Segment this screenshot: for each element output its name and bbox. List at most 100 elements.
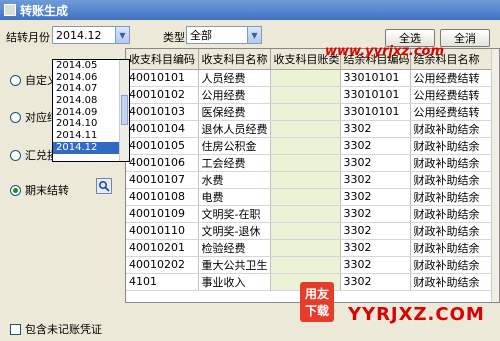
table-row[interactable]: 40010109 文明奖-在职 3302 财政补助结余 xyxy=(126,205,495,223)
period-end-search-button[interactable] xyxy=(96,178,112,194)
table-row[interactable]: 40010110 文明奖-退休 3302 财政补助结余 xyxy=(126,222,495,240)
table-cell[interactable]: 33010101 xyxy=(340,103,411,121)
table-cell[interactable]: 40010109 xyxy=(126,205,199,223)
chevron-down-icon[interactable]: ▼ xyxy=(115,27,129,43)
table-cell[interactable]: 公用经费 xyxy=(198,86,271,104)
table-cell[interactable]: 33010101 xyxy=(340,69,411,87)
radio-period-end[interactable] xyxy=(10,184,21,196)
table-cell[interactable]: 3302 xyxy=(340,120,411,138)
table-row[interactable]: 40010101 人员经费 33010101 公用经费结转 xyxy=(126,69,495,87)
month-option[interactable]: 2014.10 xyxy=(53,118,129,130)
table-cell[interactable] xyxy=(270,205,341,223)
table-cell[interactable] xyxy=(270,239,341,257)
table-cell[interactable]: 财政补助结余 xyxy=(410,154,495,172)
deselect-all-button[interactable]: 全消 xyxy=(440,29,490,47)
table-cell[interactable]: 财政补助结余 xyxy=(410,171,495,189)
include-unposted-option[interactable]: 包含未记账凭证 xyxy=(10,321,102,337)
radio-exchange[interactable] xyxy=(10,149,21,161)
table-cell[interactable]: 40010110 xyxy=(126,222,199,240)
month-option[interactable]: 2014.06 xyxy=(53,72,129,84)
chevron-down-icon[interactable]: ▼ xyxy=(247,27,261,43)
table-cell[interactable]: 33010101 xyxy=(340,86,411,104)
table-cell[interactable]: 40010107 xyxy=(126,171,199,189)
col-header-code[interactable]: 收支科目编码 xyxy=(126,49,199,70)
table-row[interactable]: 40010104 退休人员经费 3302 财政补助结余 xyxy=(126,120,495,138)
table-cell[interactable]: 3302 xyxy=(340,222,411,240)
table-cell[interactable]: 事业收入 xyxy=(198,273,271,291)
table-cell[interactable]: 公用经费结转 xyxy=(410,69,495,87)
table-cell[interactable] xyxy=(270,103,341,121)
table-cell[interactable]: 40010201 xyxy=(126,239,199,257)
table-cell[interactable]: 财政补助结余 xyxy=(410,137,495,155)
table-cell[interactable] xyxy=(270,154,341,172)
table-cell[interactable]: 公用经费结转 xyxy=(410,86,495,104)
table-cell[interactable]: 财政补助结余 xyxy=(410,120,495,138)
table-row[interactable]: 40010201 检验经费 3302 财政补助结余 xyxy=(126,239,495,257)
table-cell[interactable] xyxy=(270,256,341,274)
table-cell[interactable]: 3302 xyxy=(340,239,411,257)
table-row[interactable]: 40010106 工会经费 3302 财政补助结余 xyxy=(126,154,495,172)
month-list-scrollbar[interactable] xyxy=(119,60,129,161)
table-cell[interactable]: 水费 xyxy=(198,171,271,189)
radio-corresponding[interactable] xyxy=(10,111,21,123)
table-row[interactable]: 40010105 住房公积金 3302 财政补助结余 xyxy=(126,137,495,155)
include-unposted-checkbox[interactable] xyxy=(10,323,21,335)
table-cell[interactable]: 医保经费 xyxy=(198,103,271,121)
table-cell[interactable]: 3302 xyxy=(340,171,411,189)
table-cell[interactable] xyxy=(270,69,341,87)
table-cell[interactable]: 40010108 xyxy=(126,188,199,206)
table-cell[interactable] xyxy=(270,137,341,155)
table-cell[interactable] xyxy=(270,120,341,138)
table-cell[interactable]: 文明奖-在职 xyxy=(198,205,271,223)
table-cell[interactable]: 财政补助结余 xyxy=(410,188,495,206)
table-cell[interactable]: 4101 xyxy=(126,273,199,291)
table-cell[interactable]: 财政补助结余 xyxy=(410,222,495,240)
table-cell[interactable]: 人员经费 xyxy=(198,69,271,87)
month-list-scroll-thumb[interactable] xyxy=(121,95,128,125)
table-row[interactable]: 40010103 医保经费 33010101 公用经费结转 xyxy=(126,103,495,121)
table-cell[interactable]: 重大公共卫生 xyxy=(198,256,271,274)
table-cell[interactable] xyxy=(270,188,341,206)
month-option[interactable]: 2014.11 xyxy=(53,130,129,142)
table-cell[interactable]: 财政补助结余 xyxy=(410,273,495,291)
table-row[interactable]: 40010108 电费 3302 财政补助结余 xyxy=(126,188,495,206)
table-cell[interactable]: 3302 xyxy=(340,188,411,206)
table-cell[interactable]: 3302 xyxy=(340,137,411,155)
table-cell[interactable]: 40010101 xyxy=(126,69,199,87)
table-cell[interactable]: 40010104 xyxy=(126,120,199,138)
table-row[interactable]: 40010102 公用经费 33010101 公用经费结转 xyxy=(126,86,495,104)
table-cell[interactable]: 住房公积金 xyxy=(198,137,271,155)
table-cell[interactable]: 公用经费结转 xyxy=(410,103,495,121)
table-cell[interactable]: 3302 xyxy=(340,154,411,172)
table-cell[interactable]: 40010105 xyxy=(126,137,199,155)
type-select[interactable]: 全部 ▼ xyxy=(186,26,262,44)
table-cell[interactable] xyxy=(270,222,341,240)
grid-scrollbar[interactable] xyxy=(491,49,499,302)
table-cell[interactable]: 退休人员经费 xyxy=(198,120,271,138)
table-cell[interactable]: 40010103 xyxy=(126,103,199,121)
month-option[interactable]: 2014.12 xyxy=(53,141,129,154)
table-row[interactable]: 40010202 重大公共卫生 3302 财政补助结余 xyxy=(126,256,495,274)
table-cell[interactable] xyxy=(270,171,341,189)
col-header-name[interactable]: 收支科目名称 xyxy=(198,49,271,70)
table-cell[interactable] xyxy=(270,86,341,104)
table-cell[interactable]: 3302 xyxy=(340,205,411,223)
month-dropdown-list[interactable]: 2014.05 2014.06 2014.07 2014.08 2014.09 2014.… xyxy=(52,59,130,162)
option-period-end[interactable]: 期末结转 xyxy=(10,182,69,198)
table-cell[interactable]: 40010106 xyxy=(126,154,199,172)
table-cell[interactable]: 文明奖-退休 xyxy=(198,222,271,240)
month-option[interactable]: 2014.08 xyxy=(53,95,129,107)
table-row[interactable]: 40010107 水费 3302 财政补助结余 xyxy=(126,171,495,189)
table-cell[interactable]: 40010102 xyxy=(126,86,199,104)
month-option[interactable]: 2014.07 xyxy=(53,83,129,95)
table-cell[interactable]: 检验经费 xyxy=(198,239,271,257)
table-cell[interactable]: 3302 xyxy=(340,256,411,274)
table-cell[interactable]: 工会经费 xyxy=(198,154,271,172)
table-cell[interactable]: 电费 xyxy=(198,188,271,206)
table-cell[interactable]: 财政补助结余 xyxy=(410,256,495,274)
month-option[interactable]: 2014.05 xyxy=(53,60,129,72)
table-cell[interactable]: 财政补助结余 xyxy=(410,205,495,223)
radio-custom[interactable] xyxy=(10,74,21,86)
month-option[interactable]: 2014.09 xyxy=(53,107,129,119)
table-cell[interactable]: 财政补助结余 xyxy=(410,239,495,257)
